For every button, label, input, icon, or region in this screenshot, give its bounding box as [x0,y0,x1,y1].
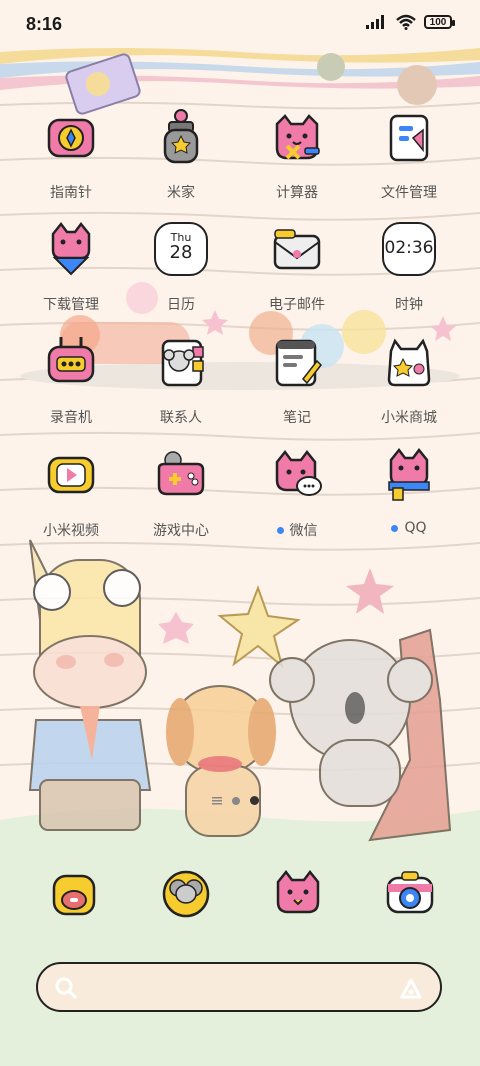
page-dot-active [250,796,259,805]
notification-dot [391,524,399,532]
app-label: 小米视频 [43,523,99,539]
app-download-manager[interactable]: 下载管理 [16,220,126,314]
app-label: 录音机 [50,410,92,426]
app-label: 指南针 [50,185,92,201]
compass-icon [41,108,101,168]
contacts-icon [151,333,211,393]
dock-messages[interactable] [154,862,218,926]
app-mijia[interactable]: 米家 [126,108,236,202]
app-email[interactable]: 电子邮件 [242,220,352,314]
signal-icon [366,15,384,29]
game-center-icon [151,446,211,506]
app-label: 米家 [167,185,195,201]
assistant-icon[interactable] [398,976,424,1000]
phone-icon [52,874,96,916]
app-label: 下载管理 [43,297,99,313]
app-game-center[interactable]: 游戏中心 [126,446,236,540]
app-label: 微信 [242,520,352,540]
app-label: 电子邮件 [269,297,325,313]
notes-icon [267,333,327,393]
notification-dot [276,526,284,534]
calculator-icon [267,108,327,168]
app-calculator[interactable]: 计算器 [242,108,352,202]
app-compass[interactable]: 指南针 [16,108,126,202]
status-time: 8:16 [26,14,63,34]
app-label: 计算器 [276,185,318,201]
file-manager-icon [379,108,439,168]
search-icon [55,977,77,999]
calendar-icon: Thu 28 [154,222,208,276]
app-label: QQ [354,520,464,536]
status-icons: 100 [366,14,455,30]
menu-lines-icon [212,796,222,804]
app-file-manager[interactable]: 文件管理 [354,108,464,202]
app-recorder[interactable]: 录音机 [16,333,126,427]
clock-icon: 02:36 [382,222,436,276]
clock-time: 02:36 [384,238,434,258]
app-contacts[interactable]: 联系人 [126,333,236,427]
app-mi-store[interactable]: 小米商城 [354,333,464,427]
app-label: 文件管理 [381,185,437,201]
calendar-day: 28 [169,242,193,263]
app-qq[interactable]: QQ [354,446,464,536]
camera-icon [386,871,434,914]
mijia-icon [151,108,211,168]
status-bar: 8:16 100 [0,0,480,50]
app-clock[interactable]: 02:36 时钟 [354,220,464,314]
wifi-icon [396,14,416,30]
dock-camera[interactable] [378,862,442,926]
app-label: 小米商城 [381,410,437,426]
search-bar[interactable] [36,962,442,1012]
page-indicator[interactable] [212,796,259,805]
download-manager-icon [41,220,101,280]
qq-icon [379,446,439,506]
mi-video-icon [41,446,101,506]
mi-store-icon [379,333,439,393]
battery-indicator: 100 [424,15,455,29]
email-icon [267,220,327,280]
dock-phone[interactable] [42,862,106,926]
app-label: 游戏中心 [153,523,209,539]
messages-icon [162,870,210,918]
page-dot [232,796,240,805]
app-mi-video[interactable]: 小米视频 [16,446,126,540]
wechat-icon [267,446,327,506]
app-label: 联系人 [160,410,202,426]
app-calendar[interactable]: Thu 28 日历 [126,220,236,314]
recorder-icon [41,333,101,393]
app-label: 笔记 [283,410,311,426]
app-notes[interactable]: 笔记 [242,333,352,427]
app-label: 时钟 [395,297,423,313]
app-wechat[interactable]: 微信 [242,446,352,540]
app-label: 日历 [167,297,195,313]
dock-browser[interactable] [266,862,330,926]
browser-icon [276,869,320,914]
